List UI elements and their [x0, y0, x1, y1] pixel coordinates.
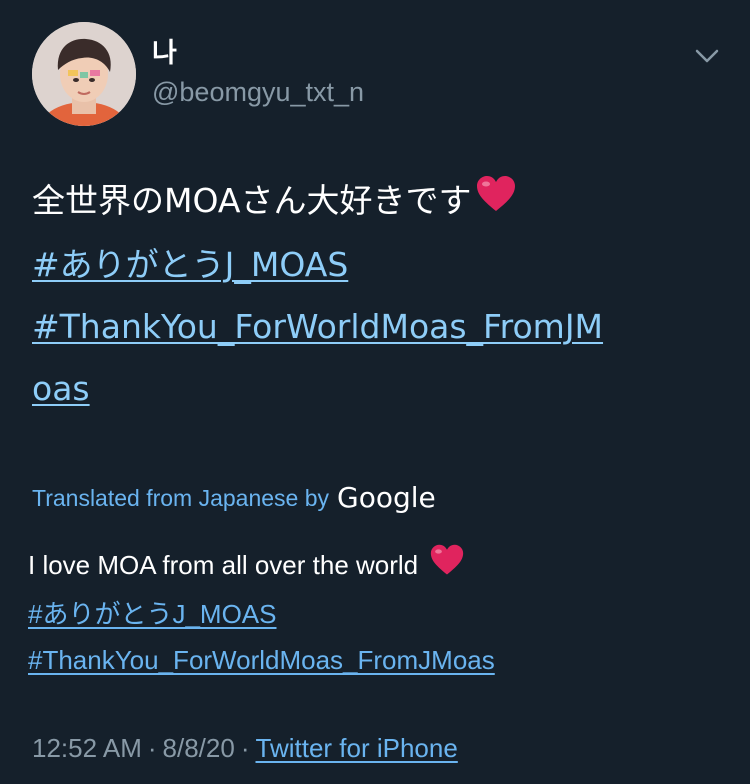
tweet-text: 全世界のMOAさん大好きです — [32, 181, 472, 220]
translation-label: Translated from Japanese by — [32, 485, 330, 511]
avatar[interactable] — [32, 22, 136, 126]
tweet-body: 全世界のMOAさん大好きです #ありがとうJ_MOAS #ThankYou_Fo… — [32, 170, 722, 420]
separator: · — [147, 733, 157, 763]
red-heart-icon — [475, 172, 517, 234]
hashtag-link-continued[interactable]: oas — [32, 369, 90, 408]
tweet-header: 나 @beomgyu_txt_n — [32, 22, 730, 132]
tweet-footer: 12:52 AM · 8/8/20 · Twitter for iPhone — [32, 728, 458, 768]
user-handle[interactable]: @beomgyu_txt_n — [152, 74, 364, 110]
chevron-down-icon[interactable] — [692, 44, 722, 68]
tweet-source-link[interactable]: Twitter for iPhone — [256, 733, 458, 763]
hashtag-link[interactable]: #ThankYou_ForWorldMoas_FromJM — [32, 307, 603, 346]
display-name[interactable]: 나 — [152, 38, 364, 70]
red-heart-icon — [429, 543, 465, 591]
tweet-time[interactable]: 12:52 AM — [32, 733, 142, 763]
translation-text: I love MOA from all over the world — [28, 550, 419, 580]
avatar-photo — [32, 22, 136, 126]
google-logo: Google — [337, 481, 436, 514]
translated-text: I love MOA from all over the world #ありがと… — [28, 542, 728, 683]
separator: · — [240, 733, 250, 763]
tweet-text-line: 全世界のMOAさん大好きです — [32, 170, 722, 234]
translated-hashtag-link[interactable]: #ありがとうJ_MOAS — [28, 599, 277, 629]
translation-attribution[interactable]: Translated from Japanese by Google — [32, 478, 436, 518]
tweet-date[interactable]: 8/8/20 — [163, 733, 235, 763]
user-names: 나 @beomgyu_txt_n — [152, 38, 364, 110]
hashtag-link[interactable]: #ありがとうJ_MOAS — [32, 245, 348, 284]
translated-text-line: I love MOA from all over the world — [28, 542, 728, 591]
translated-hashtag-link[interactable]: #ThankYou_ForWorldMoas_FromJMoas — [28, 645, 495, 675]
